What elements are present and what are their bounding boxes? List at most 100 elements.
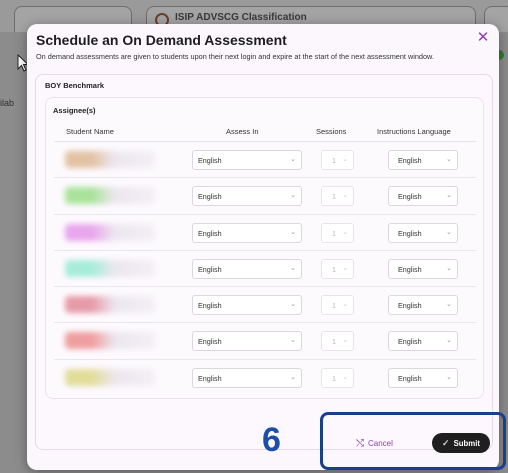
instructions-language-select[interactable]: English ⌄ xyxy=(388,186,458,207)
language-value: English xyxy=(398,228,422,238)
chevron-down-icon: ⌄ xyxy=(342,192,348,200)
sessions-select[interactable]: 1 ⌄ xyxy=(321,295,354,316)
chevron-down-icon: ⌄ xyxy=(446,156,452,163)
sessions-value: 1 xyxy=(332,156,336,165)
assess-in-select[interactable]: English ⌄ xyxy=(192,222,302,243)
student-name-redacted xyxy=(65,296,155,314)
sessions-value: 1 xyxy=(332,337,336,347)
modal-subtitle: On demand assessments are given to stude… xyxy=(36,52,434,61)
chevron-down-icon: ⌄ xyxy=(342,337,348,345)
sessions-select[interactable]: 1 ⌄ xyxy=(321,258,354,279)
assignee-table: Student Name Assess In Sessions Instruct… xyxy=(54,122,476,396)
instructions-language-select[interactable]: English ⌄ xyxy=(388,150,458,170)
language-value: English xyxy=(398,301,422,311)
chevron-down-icon: ⌄ xyxy=(342,301,348,309)
sessions-select[interactable]: 1 ⌄ xyxy=(321,367,354,388)
assess-in-value: English xyxy=(198,373,222,383)
background-tab-title: ISIP ADVSCG Classification xyxy=(175,12,307,23)
column-header-student-name: Student Name xyxy=(66,127,114,136)
table-row: English ⌄ 1 ⌄ English ⌄ xyxy=(54,251,476,288)
assess-in-select[interactable]: English ⌄ xyxy=(192,295,302,316)
student-name-redacted xyxy=(65,223,155,241)
table-row: English ⌄ 1 ⌄ English ⌄ xyxy=(54,323,476,360)
table-row: English ⌄ 1 ⌄ English ⌄ xyxy=(54,215,476,251)
assess-in-select[interactable]: English ⌄ xyxy=(192,331,302,352)
assess-in-select[interactable]: English ⌄ xyxy=(192,367,302,388)
instructions-language-select[interactable]: English ⌄ xyxy=(388,367,458,388)
sessions-select[interactable]: 1 ⌄ xyxy=(321,150,354,170)
student-name-redacted xyxy=(65,259,155,277)
assess-in-value: English xyxy=(198,337,222,347)
submit-label: Submit xyxy=(453,438,480,448)
chevron-down-icon: ⌄ xyxy=(446,228,452,236)
assess-in-value: English xyxy=(198,192,222,202)
assess-in-value: English xyxy=(198,156,222,165)
cancel-label: Cancel xyxy=(368,438,393,448)
chevron-down-icon: ⌄ xyxy=(446,264,452,272)
chevron-down-icon: ⌄ xyxy=(446,192,452,200)
student-name-redacted xyxy=(65,187,155,205)
chevron-down-icon: ⌄ xyxy=(446,337,452,345)
language-value: English xyxy=(398,337,422,347)
column-header-assess-in: Assess In xyxy=(226,127,259,136)
chevron-down-icon: ⌄ xyxy=(290,301,296,309)
table-row: English ⌄ 1 ⌄ English ⌄ xyxy=(54,142,476,179)
column-header-instructions-language: Instructions Language xyxy=(377,127,451,136)
instructions-language-select[interactable]: English ⌄ xyxy=(388,331,458,352)
chevron-down-icon: ⌄ xyxy=(446,373,452,381)
assignee-title: Assignee(s) xyxy=(53,106,96,115)
chevron-down-icon: ⌄ xyxy=(290,337,296,345)
student-name-redacted xyxy=(65,332,155,350)
student-name-redacted xyxy=(65,368,155,386)
chevron-down-icon: ⌄ xyxy=(342,228,348,236)
table-body: English ⌄ 1 ⌄ English ⌄ English ⌄ 1 ⌄ English ⌄ Engl… xyxy=(54,142,476,396)
table-header: Student Name Assess In Sessions Instruct… xyxy=(54,122,476,142)
sessions-select[interactable]: 1 ⌄ xyxy=(321,222,354,243)
check-icon: ✓ xyxy=(442,437,450,448)
instructions-language-select[interactable]: English ⌄ xyxy=(388,222,458,243)
language-value: English xyxy=(398,373,422,383)
sessions-select[interactable]: 1 ⌄ xyxy=(321,331,354,352)
table-row: English ⌄ 1 ⌄ English ⌄ xyxy=(54,178,476,215)
close-icon[interactable]: ✕ xyxy=(475,30,491,46)
assess-in-select[interactable]: English ⌄ xyxy=(192,186,302,207)
chevron-down-icon: ⌄ xyxy=(342,264,348,272)
chevron-down-icon: ⌄ xyxy=(446,301,452,309)
language-value: English xyxy=(398,192,422,202)
assess-in-select[interactable]: English ⌄ xyxy=(192,258,302,279)
chevron-down-icon: ⌄ xyxy=(342,373,348,381)
assignee-box: Assignee(s) Student Name Assess In Sessi… xyxy=(45,97,484,399)
chevron-down-icon: ⌄ xyxy=(290,264,296,272)
sessions-value: 1 xyxy=(332,301,336,311)
sessions-value: 1 xyxy=(332,264,336,274)
assess-in-select[interactable]: English ⌄ xyxy=(192,150,302,170)
assess-in-value: English xyxy=(198,264,222,274)
student-name-redacted xyxy=(65,151,155,168)
sessions-value: 1 xyxy=(332,373,336,383)
instructions-language-select[interactable]: English ⌄ xyxy=(388,258,458,279)
submit-button[interactable]: ✓ Submit xyxy=(432,433,490,453)
column-header-sessions: Sessions xyxy=(316,127,347,136)
chevron-down-icon: ⌄ xyxy=(290,192,296,200)
cancel-icon: ⤭ xyxy=(356,437,364,449)
language-value: English xyxy=(398,156,422,165)
section-title: BOY Benchmark xyxy=(45,81,105,90)
assess-in-value: English xyxy=(198,301,222,311)
schedule-assessment-modal: Schedule an On Demand Assessment ✕ On de… xyxy=(27,24,499,470)
table-row: English ⌄ 1 ⌄ English ⌄ xyxy=(54,287,476,324)
sessions-select[interactable]: 1 ⌄ xyxy=(321,186,354,207)
assess-in-value: English xyxy=(198,228,222,238)
chevron-down-icon: ⌄ xyxy=(342,156,348,163)
modal-title: Schedule an On Demand Assessment xyxy=(36,32,287,48)
chevron-down-icon: ⌄ xyxy=(290,228,296,236)
sessions-value: 1 xyxy=(332,192,336,202)
benchmark-panel: BOY Benchmark Assignee(s) Student Name A… xyxy=(35,74,493,450)
language-value: English xyxy=(398,264,422,274)
chevron-down-icon: ⌄ xyxy=(290,156,296,163)
chevron-down-icon: ⌄ xyxy=(290,373,296,381)
cancel-button[interactable]: ⤭ Cancel xyxy=(356,434,393,452)
sessions-value: 1 xyxy=(332,228,336,238)
step-number-annotation: 6 xyxy=(262,421,281,459)
table-row: English ⌄ 1 ⌄ English ⌄ xyxy=(54,360,476,396)
instructions-language-select[interactable]: English ⌄ xyxy=(388,295,458,316)
